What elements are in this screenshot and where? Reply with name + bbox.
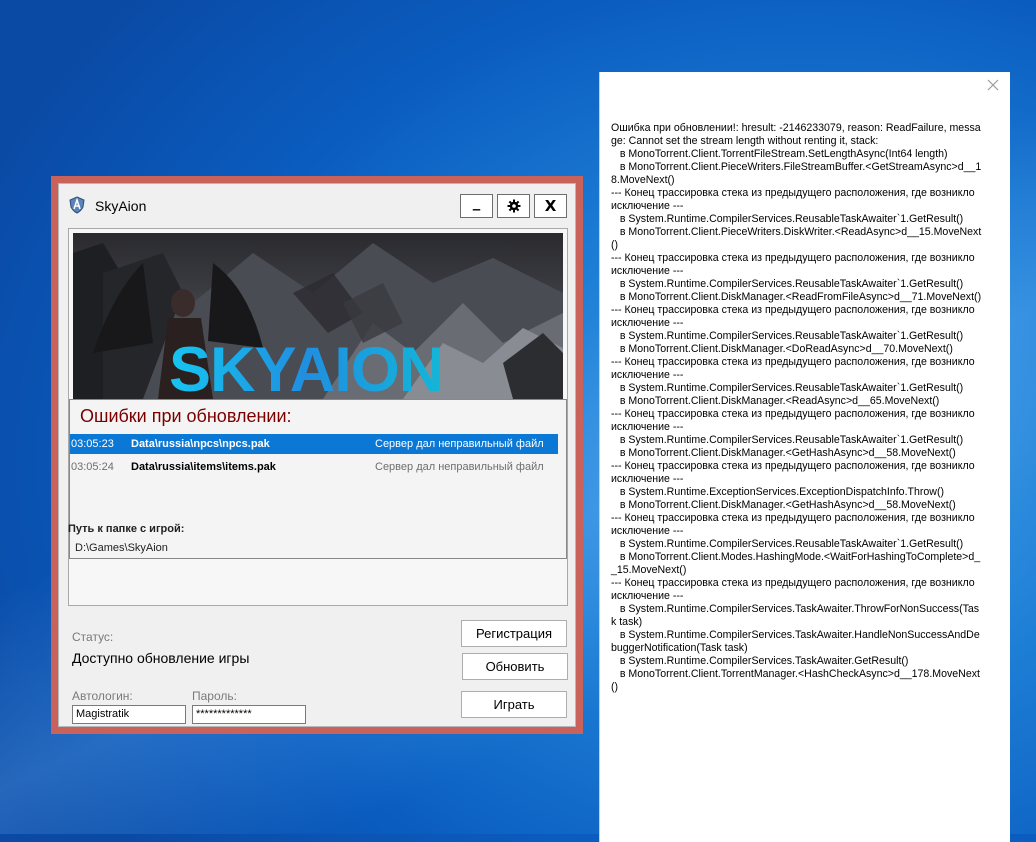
password-field[interactable]: ************* (192, 705, 306, 724)
error-log-text: Ошибка при обновлении!: hresult: -214623… (611, 122, 982, 693)
close-icon: X (544, 197, 557, 215)
app-title: SkyAion (95, 198, 147, 214)
error-file: Data\russia\npcs\npcs.pak (131, 438, 270, 450)
game-path-value: D:\Games\SkyAion (75, 542, 168, 554)
close-button[interactable]: X (534, 194, 567, 218)
register-button[interactable]: Регистрация (461, 620, 567, 647)
error-message: Сервер дал неправильный файл (375, 461, 544, 473)
errors-panel: Ошибки при обновлении: 03:05:23 Data\rus… (69, 399, 567, 559)
minimize-icon: _ (472, 193, 481, 211)
status-value: Доступно обновление игры (72, 650, 250, 666)
close-icon[interactable] (986, 78, 1000, 92)
launcher-body: SkyAion _ X SKYAION Ошибки при обновлени… (58, 183, 576, 727)
app-logo-icon (69, 196, 85, 214)
error-log-window: Ошибка при обновлении!: hresult: -214623… (599, 72, 1010, 842)
launcher-window: SkyAion _ X SKYAION Ошибки при обновлени… (51, 176, 583, 734)
password-label: Пароль: (192, 689, 237, 703)
settings-button[interactable] (497, 194, 530, 218)
gear-icon (507, 199, 520, 213)
banner-title: SKYAION (169, 339, 444, 400)
game-banner: SKYAION (73, 233, 563, 399)
status-label: Статус: (72, 630, 114, 644)
minimize-button[interactable]: _ (460, 193, 493, 218)
update-button[interactable]: Обновить (462, 653, 568, 680)
autologin-label: Автологин: (72, 689, 133, 703)
error-file: Data\russia\items\items.pak (131, 461, 276, 473)
errors-title: Ошибки при обновлении: (80, 406, 292, 426)
error-row[interactable]: 03:05:24 Data\russia\items\items.pak Сер… (70, 457, 558, 477)
autologin-field[interactable]: Magistratik (72, 705, 186, 724)
error-time: 03:05:24 (71, 461, 114, 473)
title-bar[interactable]: SkyAion _ X (59, 184, 575, 226)
error-time: 03:05:23 (71, 438, 114, 450)
error-message: Сервер дал неправильный файл (375, 438, 544, 450)
game-path-label: Путь к папке с игрой: (68, 523, 185, 535)
error-row[interactable]: 03:05:23 Data\russia\npcs\npcs.pak Серве… (70, 434, 558, 454)
play-button[interactable]: Играть (461, 691, 567, 718)
